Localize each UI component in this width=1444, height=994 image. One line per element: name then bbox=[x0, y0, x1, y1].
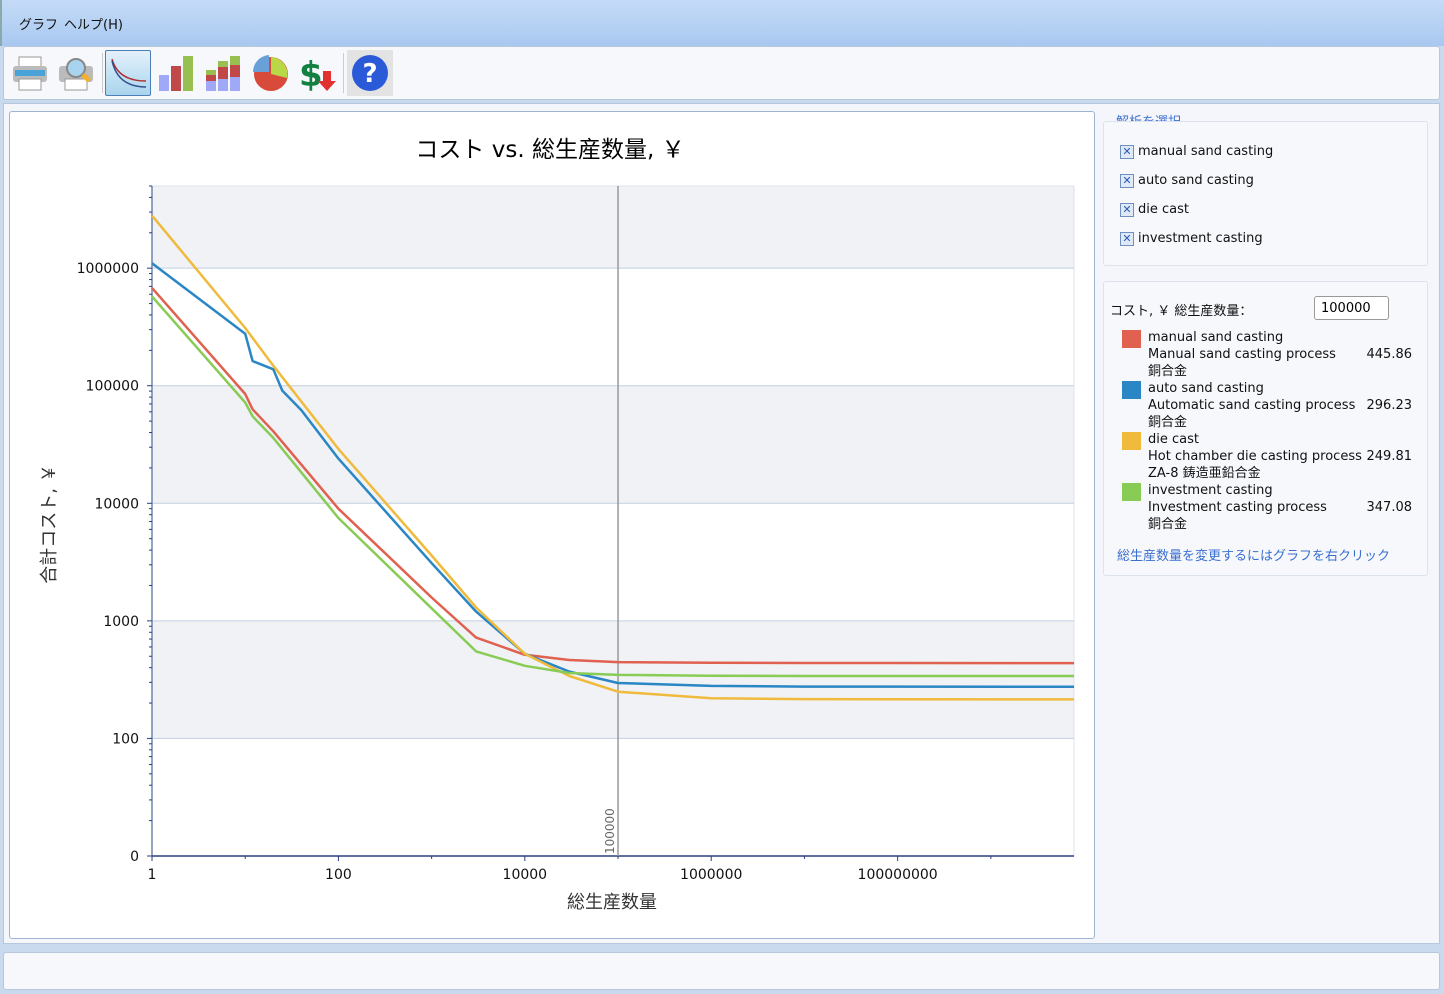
x-tick-label: 100 bbox=[325, 867, 352, 883]
help-button[interactable]: ? bbox=[347, 50, 393, 96]
cost-down-button[interactable]: $ bbox=[294, 50, 340, 96]
plot-band bbox=[152, 620, 1074, 739]
analysis-name: manual sand casting bbox=[1148, 330, 1284, 345]
material-name: 銅合金 bbox=[1148, 517, 1188, 532]
x-tick-label: 1 bbox=[148, 867, 157, 883]
checkbox-auto-sand-casting[interactable]: ✕ auto sand casting bbox=[1120, 173, 1254, 188]
cost-chart[interactable]: 0 100 1000 10000 100000 1000000 1 100 10000 10000… bbox=[10, 112, 1096, 940]
svg-text:$: $ bbox=[299, 55, 323, 93]
help-icon: ? bbox=[352, 55, 388, 91]
cost-legend-item: manual sand casting Manual sand casting … bbox=[1122, 329, 1422, 380]
line-chart-icon bbox=[111, 58, 147, 88]
y-tick-label: 100000 bbox=[86, 379, 139, 395]
checkbox-label: investment casting bbox=[1138, 231, 1263, 246]
y-tick-label: 1000 bbox=[103, 614, 139, 630]
x-axis-label: 総生産数量 bbox=[567, 892, 657, 913]
process-name: Manual sand casting process bbox=[1148, 347, 1336, 362]
y-tick-label: 10000 bbox=[94, 496, 139, 512]
y-tick-label: 1000000 bbox=[77, 261, 139, 277]
checkbox-checked-icon[interactable]: ✕ bbox=[1120, 173, 1134, 188]
print-preview-button[interactable] bbox=[53, 50, 99, 96]
cost-legend-item: die cast Hot chamber die casting process… bbox=[1122, 431, 1422, 482]
checkbox-label: die cast bbox=[1138, 202, 1189, 217]
cost-down-icon: $ bbox=[299, 55, 336, 93]
unit-cost-value: 347.08 bbox=[1366, 500, 1413, 515]
pie-chart-button[interactable] bbox=[247, 50, 293, 96]
color-swatch bbox=[1122, 330, 1141, 348]
plot-border bbox=[151, 185, 1075, 857]
material-name: 銅合金 bbox=[1148, 415, 1188, 430]
cost-quantity-label: コスト, ￥ 総生産数量： bbox=[1110, 304, 1253, 319]
analysis-name: investment casting bbox=[1148, 483, 1273, 498]
hint-text: 総生産数量を変更するにはグラフを右クリック bbox=[1117, 549, 1391, 564]
plot-band bbox=[152, 385, 1074, 504]
checkbox-die-cast[interactable]: ✕ die cast bbox=[1120, 202, 1189, 217]
unit-cost-value: 445.86 bbox=[1366, 347, 1413, 362]
toolbar: $ ? bbox=[3, 46, 1440, 100]
cost-legend-item: investment casting Investment casting pr… bbox=[1122, 482, 1422, 533]
analysis-select-panel: ✕ manual sand casting ✕ auto sand casting … bbox=[1103, 121, 1428, 266]
quantity-input[interactable] bbox=[1314, 296, 1389, 320]
unit-cost-value: 296.23 bbox=[1366, 398, 1413, 413]
checkbox-checked-icon[interactable]: ✕ bbox=[1120, 144, 1134, 159]
checkbox-label: manual sand casting bbox=[1138, 144, 1274, 159]
checkbox-checked-icon[interactable]: ✕ bbox=[1120, 202, 1134, 217]
cost-legend-item: auto sand casting Automatic sand casting… bbox=[1122, 380, 1422, 431]
material-name: ZA-8 鋳造亜鉛合金 bbox=[1148, 466, 1261, 481]
checkbox-label: auto sand casting bbox=[1138, 173, 1254, 188]
print-preview-icon bbox=[59, 58, 93, 91]
stacked-bar-chart-icon bbox=[206, 56, 240, 91]
y-axis-label: 合計コスト, ￥ bbox=[39, 464, 60, 583]
process-name: Automatic sand casting process bbox=[1148, 398, 1356, 413]
line-chart-button[interactable] bbox=[105, 50, 151, 96]
menu-bar: グラフ ヘルプ(H) bbox=[0, 0, 1444, 46]
process-name: Hot chamber die casting process bbox=[1148, 449, 1362, 464]
chart-title: コスト vs. 総生産数量, ￥ bbox=[415, 137, 684, 163]
analysis-name: auto sand casting bbox=[1148, 381, 1264, 396]
cost-panel: コスト, ￥ 総生産数量： manual sand casting Manual… bbox=[1103, 281, 1428, 576]
menu-graph[interactable]: グラフ bbox=[19, 14, 58, 33]
bar-chart-icon bbox=[159, 56, 193, 91]
stacked-bar-chart-button[interactable] bbox=[200, 50, 246, 96]
x-tick-label: 1000000 bbox=[680, 867, 742, 883]
color-swatch bbox=[1122, 483, 1141, 501]
process-name: Investment casting process bbox=[1148, 500, 1327, 515]
y-tick-label: 0 bbox=[130, 849, 139, 865]
x-tick-label: 100000000 bbox=[858, 867, 938, 883]
bar-chart-button[interactable] bbox=[153, 50, 199, 96]
y-tick-label: 100 bbox=[112, 731, 139, 747]
unit-cost-value: 249.81 bbox=[1366, 449, 1413, 464]
analysis-name: die cast bbox=[1148, 432, 1199, 447]
material-name: 銅合金 bbox=[1148, 364, 1188, 379]
x-tick-label: 10000 bbox=[503, 867, 548, 883]
plot-band bbox=[152, 186, 1074, 269]
color-swatch bbox=[1122, 432, 1141, 450]
chart-panel[interactable]: 0 100 1000 10000 100000 1000000 1 100 10000 10000… bbox=[9, 111, 1095, 939]
checkbox-checked-icon[interactable]: ✕ bbox=[1120, 231, 1134, 246]
printer-icon bbox=[13, 56, 47, 91]
pie-chart-icon bbox=[252, 55, 288, 91]
svg-text:?: ? bbox=[362, 59, 377, 89]
print-button[interactable] bbox=[7, 50, 53, 96]
quantity-marker-label: 100000 bbox=[603, 808, 617, 854]
color-swatch bbox=[1122, 381, 1141, 399]
menu-help[interactable]: ヘルプ(H) bbox=[64, 14, 123, 33]
checkbox-investment-casting[interactable]: ✕ investment casting bbox=[1120, 231, 1263, 246]
checkbox-manual-sand-casting[interactable]: ✕ manual sand casting bbox=[1120, 144, 1273, 159]
status-bar bbox=[3, 952, 1440, 990]
